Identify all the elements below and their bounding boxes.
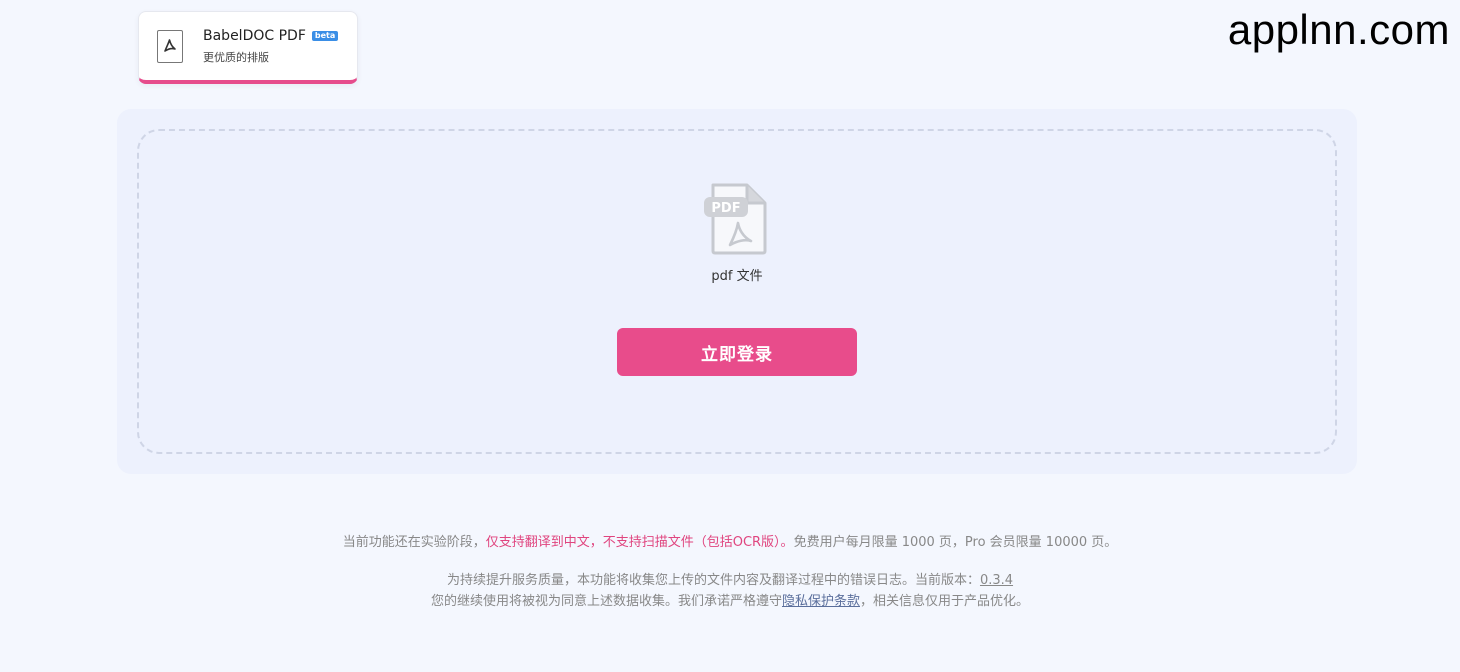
notice-line-1: 当前功能还在实验阶段，仅支持翻译到中文，不支持扫描文件（包括OCR版）。免费用户…: [342, 535, 1118, 550]
notice-line-3: 您的继续使用将被视为同意上述数据收集。我们承诺严格遵守隐私保护条款，相关信息仅用…: [430, 594, 1030, 609]
login-button[interactable]: 立即登录: [617, 328, 857, 376]
pdf-file-icon: PDF: [704, 183, 767, 255]
notice-warning: 仅支持翻译到中文，不支持扫描文件（包括OCR版）。: [485, 535, 794, 550]
beta-badge: beta: [311, 30, 339, 41]
privacy-policy-link[interactable]: 隐私保护条款: [782, 594, 860, 609]
file-dropzone[interactable]: PDF pdf 文件 立即登录: [137, 129, 1337, 454]
watermark-text: applnn.com: [1227, 6, 1450, 53]
version-number: 0.3.4: [979, 573, 1014, 588]
pdf-icon-label: PDF: [711, 201, 740, 216]
notice-line-2: 为持续提升服务质量，本功能将收集您上传的文件内容及翻译过程中的错误日志。当前版本…: [446, 573, 1014, 588]
acrobat-pdf-icon: [157, 29, 183, 63]
tab-title: BabelDOC PDF: [203, 27, 306, 44]
babeldoc-pdf-tab[interactable]: BabelDOC PDF beta 更优质的排版: [138, 11, 358, 84]
file-type-label: pdf 文件: [711, 269, 763, 284]
upload-panel: PDF pdf 文件 立即登录: [117, 109, 1357, 474]
tab-subtitle: 更优质的排版: [203, 50, 269, 64]
